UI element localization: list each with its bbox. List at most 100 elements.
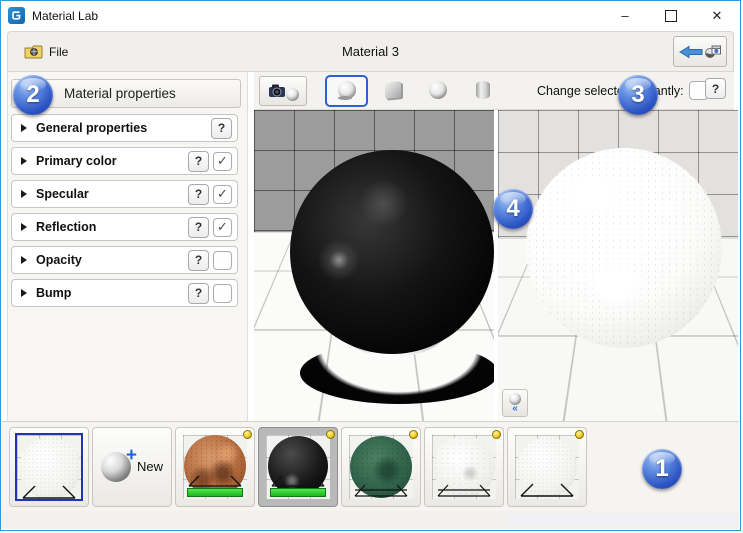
thumbnail-black-material[interactable] [258, 426, 338, 507]
dialog-window-icon [705, 45, 721, 58]
collapse-preview-button[interactable]: « [502, 389, 528, 417]
folder-icon [24, 45, 43, 59]
thumbnail-white-marble-material[interactable] [424, 426, 504, 507]
shape-cube-button[interactable] [372, 75, 413, 105]
file-menu-label: File [49, 44, 69, 59]
help-button[interactable]: ? [188, 150, 209, 172]
expand-arrow-icon [21, 157, 27, 165]
shape-sphere-button[interactable] [417, 75, 458, 105]
section-label: Opacity [36, 253, 82, 267]
stand-wireframe [21, 485, 77, 499]
back-to-editor-button[interactable] [673, 36, 727, 67]
thumbnail-copper-material[interactable] [175, 426, 255, 507]
thumbnail-image [432, 434, 496, 499]
material-properties-panel: Material properties General properties ?… [7, 72, 248, 421]
status-segment [507, 513, 736, 527]
section-label: Reflection [36, 220, 97, 234]
minimize-button[interactable]: – [602, 1, 648, 30]
cylinder-icon [475, 80, 490, 99]
stand-wireframe [436, 483, 492, 497]
material-lab-window: Material Lab – ✕ File Material 3 Materia… [0, 0, 741, 531]
expand-arrow-icon [21, 124, 27, 132]
shape-cylinder-button[interactable] [462, 75, 503, 105]
badge-thumbnails: 1 [642, 449, 682, 489]
stand-wireframe [519, 483, 575, 497]
progress-bar [187, 487, 243, 497]
material-sphere-shaded [290, 150, 494, 354]
enable-checkbox[interactable] [213, 250, 232, 270]
main-toolbar: File Material 3 [7, 31, 734, 72]
preview-options-toolbar: Change selected instantly: ? [254, 72, 734, 110]
help-button[interactable]: ? [188, 282, 209, 304]
change-selected-instantly-label: Change selected instantly: [537, 83, 684, 98]
stand-front-ring [300, 342, 494, 404]
thumbnail-green-material[interactable] [341, 426, 421, 507]
file-menu-button[interactable]: File [16, 40, 76, 63]
window-title: Material Lab [32, 8, 99, 23]
new-material-label: New [136, 459, 163, 474]
modified-dot-icon [575, 429, 584, 439]
modified-dot-icon [243, 429, 252, 439]
section-bump[interactable]: Bump ? [11, 279, 238, 307]
status-strip [2, 511, 739, 529]
stand-wireframe [270, 475, 326, 489]
material-sphere-rendered [526, 148, 722, 348]
shape-sphere-on-stand-button[interactable] [325, 74, 368, 107]
expand-arrow-icon [21, 256, 27, 264]
material-thumbnails-bar: + New [2, 421, 739, 511]
stand-base-icon [337, 96, 352, 100]
help-button[interactable]: ? [188, 216, 209, 238]
modified-dot-icon [409, 429, 418, 439]
thumbnail-image [266, 434, 330, 499]
highlight [584, 260, 646, 308]
help-button[interactable]: ? [188, 249, 209, 271]
new-sphere-icon: + [100, 445, 137, 482]
plus-icon: + [125, 444, 137, 466]
preview-help-button[interactable]: ? [705, 78, 726, 99]
enable-checkbox[interactable]: ✓ [213, 217, 232, 237]
thumbnail-default-material[interactable] [9, 426, 89, 507]
section-label: Specular [36, 187, 89, 201]
expand-arrow-icon [21, 223, 27, 231]
help-button[interactable]: ? [211, 117, 232, 139]
back-arrow-icon [679, 45, 703, 58]
thumbnail-image [15, 432, 83, 501]
section-label: General properties [36, 121, 148, 135]
stand-reflection-streak [558, 362, 688, 367]
highlight [558, 172, 628, 216]
cube-icon [384, 80, 401, 99]
preview-pane-shaded[interactable] [254, 110, 494, 421]
preview-sphere-icon [285, 88, 299, 101]
stand-wireframe [353, 483, 409, 497]
material-preview-area: « [254, 110, 738, 421]
badge-preview: 4 [493, 189, 533, 229]
section-primary-color[interactable]: Primary color ? ✓ [11, 147, 238, 175]
double-left-arrow-icon: « [512, 403, 518, 414]
section-reflection[interactable]: Reflection ? ✓ [11, 213, 238, 241]
expand-arrow-icon [21, 190, 27, 198]
material-name-title: Material 3 [341, 44, 400, 59]
section-specular[interactable]: Specular ? ✓ [11, 180, 238, 208]
section-opacity[interactable]: Opacity ? [11, 246, 238, 274]
progress-bar [270, 487, 326, 497]
enable-checkbox[interactable] [213, 283, 232, 303]
close-button[interactable]: ✕ [694, 1, 740, 30]
new-material-button[interactable]: + New [92, 426, 172, 507]
stand-wireframe [187, 475, 243, 489]
enable-checkbox[interactable]: ✓ [213, 151, 232, 171]
help-button[interactable]: ? [188, 183, 209, 205]
section-general-properties[interactable]: General properties ? [11, 114, 238, 142]
sphere-icon [428, 80, 447, 99]
app-icon [8, 7, 25, 24]
preview-pane-rendered[interactable]: « [498, 110, 738, 421]
section-label: Primary color [36, 154, 117, 168]
maximize-button[interactable] [648, 1, 694, 30]
badge-preview-options: 3 [618, 75, 658, 115]
expand-arrow-icon [21, 289, 27, 297]
render-preview-button[interactable] [259, 75, 307, 106]
material-properties-title: Material properties [64, 86, 176, 101]
enable-checkbox[interactable]: ✓ [213, 184, 232, 204]
thumbnail-image [183, 434, 247, 499]
maximize-icon [665, 9, 677, 22]
thumbnail-white-speckled-material[interactable] [507, 426, 587, 507]
